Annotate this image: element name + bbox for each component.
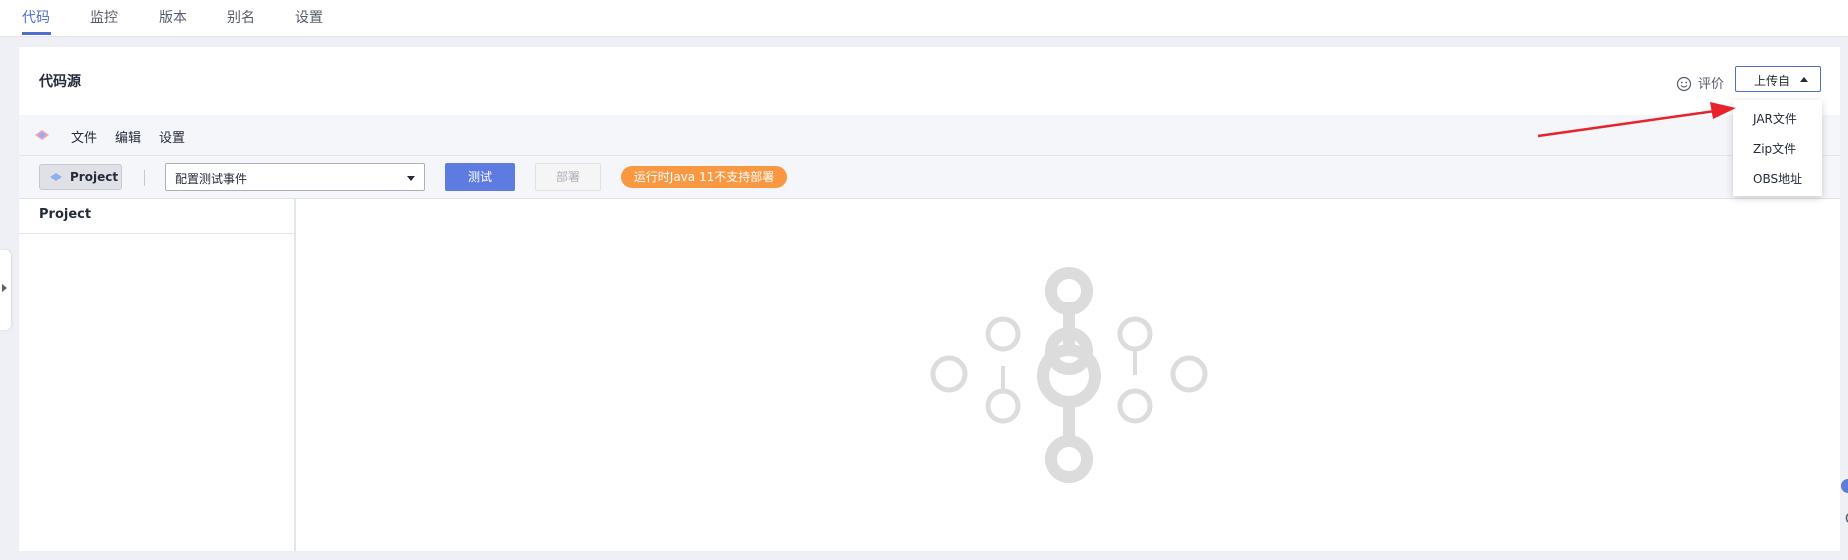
menu-settings[interactable]: 设置 xyxy=(159,127,185,146)
menu-file[interactable]: 文件 xyxy=(71,127,97,146)
deploy-button[interactable]: 部署 xyxy=(535,163,601,191)
ide-toolbar: Project 配置测试事件 测试 部署 运行时Java 11不支持部署 xyxy=(19,156,1840,199)
upload-from-button[interactable]: 上传自 xyxy=(1735,66,1821,92)
menu-item-zip[interactable]: Zip文件 xyxy=(1753,140,1796,157)
menu-edit[interactable]: 编辑 xyxy=(115,127,141,146)
caret-up-icon xyxy=(1800,77,1808,82)
active-tab-indicator xyxy=(22,32,51,35)
divider xyxy=(19,233,294,234)
upload-from-label: 上传自 xyxy=(1754,74,1791,88)
ide-menubar: 文件 编辑 设置 xyxy=(19,115,1840,156)
project-icon xyxy=(50,173,62,181)
side-panel-toggle[interactable] xyxy=(0,250,11,330)
chevron-right-icon xyxy=(2,284,7,292)
project-explorer-title: Project xyxy=(39,207,92,222)
floating-assistant-icon[interactable] xyxy=(1838,466,1848,530)
menu-item-obs[interactable]: OBS地址 xyxy=(1753,170,1802,187)
tab-monitor[interactable]: 监控 xyxy=(90,7,118,27)
tab-settings[interactable]: 设置 xyxy=(295,7,323,27)
tab-alias[interactable]: 别名 xyxy=(227,7,255,27)
project-explorer: Project xyxy=(19,199,296,551)
smiley-icon xyxy=(1676,76,1692,92)
empty-editor-illustration-icon xyxy=(930,267,1208,483)
ide-logo-icon xyxy=(35,130,49,140)
test-button[interactable]: 测试 xyxy=(445,163,515,191)
top-nav: 代码 监控 版本 别名 设置 xyxy=(0,0,1848,37)
rate-label: 评价 xyxy=(1698,77,1725,92)
upload-from-menu: JAR文件 Zip文件 OBS地址 xyxy=(1733,100,1822,196)
tab-version[interactable]: 版本 xyxy=(159,7,187,27)
test-event-select[interactable]: 配置测试事件 xyxy=(165,163,425,191)
runtime-warning-badge: 运行时Java 11不支持部署 xyxy=(621,166,787,188)
card-title: 代码源 xyxy=(39,74,81,90)
menu-item-jar[interactable]: JAR文件 xyxy=(1753,110,1797,127)
project-toggle-button[interactable]: Project xyxy=(39,164,122,190)
chevron-down-icon xyxy=(407,176,415,181)
tab-code[interactable]: 代码 xyxy=(22,7,50,27)
project-button-label: Project xyxy=(70,170,119,184)
test-event-value: 配置测试事件 xyxy=(175,172,248,186)
toolbar-divider xyxy=(144,170,145,186)
rate-link[interactable]: 评价 xyxy=(1676,73,1724,92)
